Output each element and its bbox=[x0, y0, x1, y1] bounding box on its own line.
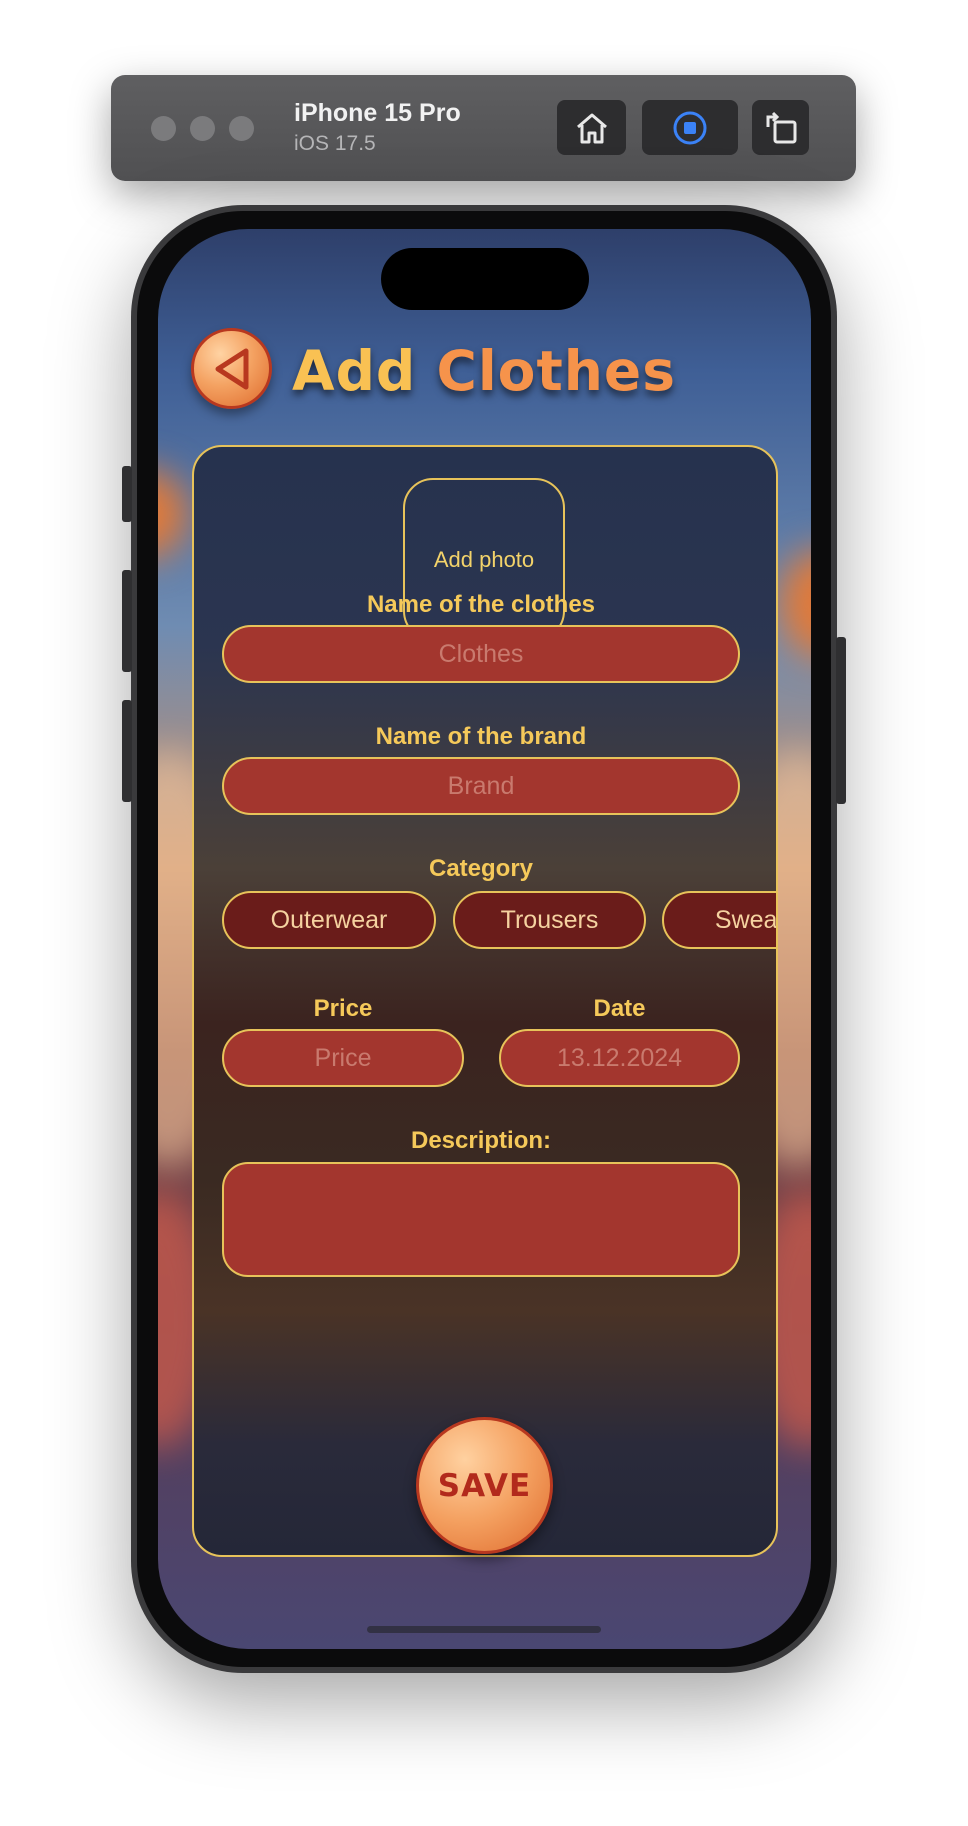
category-chip-sweaters[interactable]: Sweaters bbox=[662, 891, 776, 949]
brand-name-placeholder: Brand bbox=[447, 771, 515, 800]
category-chip-trousers[interactable]: Trousers bbox=[453, 891, 646, 949]
record-icon bbox=[673, 111, 707, 144]
home-indicator bbox=[367, 1626, 601, 1633]
back-button[interactable] bbox=[191, 328, 272, 409]
category-chip-row[interactable]: Outerwear Trousers Sweaters bbox=[222, 891, 776, 951]
page-title-part2: Clothes bbox=[436, 339, 676, 403]
window-minimize-dot[interactable] bbox=[190, 116, 215, 141]
clothes-name-label: Name of the clothes bbox=[366, 591, 596, 618]
app-screen: Add Clothes Add photo Name of the clothe… bbox=[158, 229, 811, 1649]
home-icon bbox=[576, 113, 607, 143]
os-version: iOS 17.5 bbox=[294, 132, 376, 155]
window-zoom-dot[interactable] bbox=[229, 116, 254, 141]
back-triangle-icon bbox=[215, 348, 248, 389]
rotate-button[interactable] bbox=[752, 100, 809, 155]
action-button bbox=[122, 466, 132, 522]
price-input[interactable]: Price bbox=[222, 1029, 464, 1087]
price-placeholder: Price bbox=[314, 1043, 372, 1072]
device-name: iPhone 15 Pro bbox=[294, 99, 461, 127]
date-placeholder: 13.12.2024 bbox=[556, 1043, 683, 1072]
date-input[interactable]: 13.12.2024 bbox=[499, 1029, 740, 1087]
save-button[interactable]: SAVE bbox=[416, 1417, 553, 1554]
volume-down-button bbox=[122, 700, 132, 802]
simulator-toolbar: iPhone 15 Pro iOS 17.5 bbox=[111, 75, 856, 181]
power-button bbox=[836, 637, 846, 804]
brand-name-label: Name of the brand bbox=[375, 723, 587, 750]
clothes-name-input[interactable]: Clothes bbox=[222, 625, 740, 683]
home-button[interactable] bbox=[557, 100, 626, 155]
brand-name-input[interactable]: Brand bbox=[222, 757, 740, 815]
category-chip-outerwear[interactable]: Outerwear bbox=[222, 891, 436, 949]
rotate-icon bbox=[766, 111, 796, 143]
dynamic-island bbox=[381, 248, 589, 310]
volume-up-button bbox=[122, 570, 132, 672]
description-textarea[interactable] bbox=[222, 1162, 740, 1277]
clothes-name-placeholder: Clothes bbox=[438, 639, 524, 668]
description-label: Description: bbox=[410, 1127, 551, 1154]
window-close-dot[interactable] bbox=[151, 116, 176, 141]
page-title-part1: Add bbox=[292, 339, 417, 403]
price-label: Price bbox=[313, 995, 373, 1022]
page-title: Add Clothes bbox=[292, 339, 676, 403]
category-label: Category bbox=[428, 855, 534, 882]
record-button[interactable] bbox=[642, 100, 738, 155]
date-label: Date bbox=[593, 995, 646, 1022]
